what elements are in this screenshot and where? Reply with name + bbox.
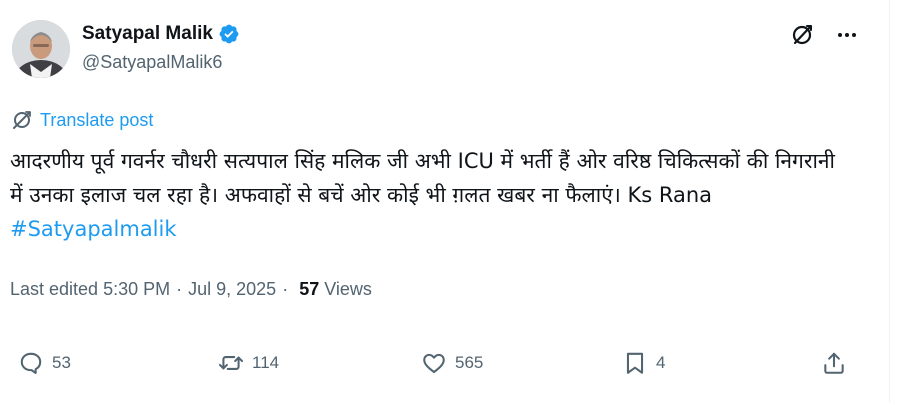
author-row: Satyapal Malik bbox=[82, 22, 240, 46]
bookmark-button[interactable]: 4 bbox=[622, 350, 665, 376]
repost-count: 114 bbox=[252, 353, 280, 372]
post-date[interactable]: Jul 9, 2025 bbox=[188, 279, 276, 300]
reply-button[interactable]: 53 bbox=[18, 350, 71, 376]
views-count[interactable]: 57 bbox=[299, 279, 319, 300]
author-handle[interactable]: @SatyapalMalik6 bbox=[82, 52, 222, 73]
translate-post-link[interactable]: Translate post bbox=[10, 108, 153, 132]
avatar[interactable] bbox=[12, 20, 70, 78]
post-meta: Last edited 5:30 PM · Jul 9, 2025 · 57 V… bbox=[10, 279, 372, 300]
bookmark-icon bbox=[626, 352, 644, 374]
post-card: Satyapal Malik @SatyapalMalik6 Translate… bbox=[0, 0, 889, 403]
like-button[interactable]: 565 bbox=[421, 350, 483, 376]
translate-label: Translate post bbox=[40, 109, 154, 130]
column-divider bbox=[889, 0, 890, 403]
post-body: आदरणीय पूर्व गवर्नर चौधरी सत्यपाल सिंह म… bbox=[10, 149, 842, 207]
like-count: 565 bbox=[455, 353, 484, 372]
meta-separator: · bbox=[176, 279, 183, 299]
translate-icon bbox=[10, 108, 34, 132]
grok-icon[interactable] bbox=[789, 22, 815, 48]
share-button[interactable] bbox=[821, 350, 847, 376]
meta-separator: · bbox=[282, 279, 289, 299]
share-icon bbox=[824, 352, 844, 374]
edited-timestamp[interactable]: Last edited 5:30 PM bbox=[10, 279, 170, 300]
avatar-image bbox=[12, 20, 70, 78]
post-text: आदरणीय पूर्व गवर्नर चौधरी सत्यपाल सिंह म… bbox=[10, 144, 850, 246]
repost-icon bbox=[218, 356, 244, 370]
post-top-actions bbox=[789, 22, 859, 48]
post-actions-bar: 53 114 565 4 bbox=[18, 350, 858, 386]
verified-badge-icon bbox=[218, 23, 240, 45]
hashtag-link[interactable]: #Satyapalmalik bbox=[10, 217, 177, 241]
bookmark-count: 4 bbox=[656, 353, 666, 372]
views-label: Views bbox=[324, 279, 372, 299]
reply-icon bbox=[20, 352, 42, 374]
heart-icon bbox=[423, 353, 445, 374]
author-name[interactable]: Satyapal Malik bbox=[82, 23, 213, 45]
repost-button[interactable]: 114 bbox=[218, 350, 279, 376]
reply-count: 53 bbox=[52, 353, 71, 372]
more-icon[interactable] bbox=[835, 23, 859, 47]
